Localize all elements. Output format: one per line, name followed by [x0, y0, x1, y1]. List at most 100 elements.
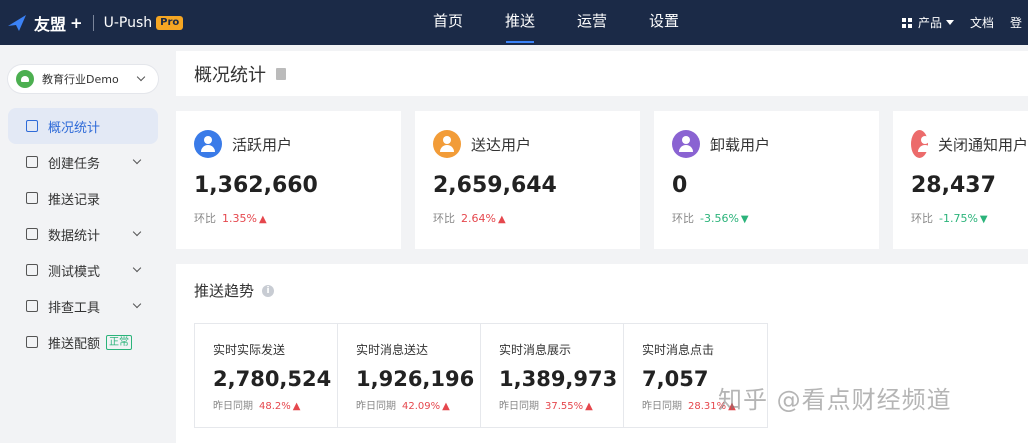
- page-title: 概况统计: [194, 64, 266, 86]
- compare-label: 昨日同期: [213, 401, 253, 412]
- list-icon: [26, 300, 38, 312]
- sidebar-item-test-mode[interactable]: 测试模式: [8, 252, 158, 288]
- stat-card-delivered-users: 送达用户 2,659,644 环比 2.64% ▲: [415, 111, 640, 249]
- sidebar-item-label: 推送记录: [48, 192, 101, 208]
- metric-compare: 昨日同期 37.55% ▲: [499, 397, 623, 412]
- stat-trend: 环比 2.64% ▲: [433, 210, 640, 226]
- docs-link[interactable]: 文档: [970, 14, 994, 31]
- top-navigation-bar: 友盟 + U-Push Pro 首页 推送 运营 设置 产品 文档 登: [0, 0, 1028, 45]
- trend-value: -1.75%: [939, 212, 978, 225]
- monitor-icon: [26, 264, 38, 276]
- sidebar-item-overview[interactable]: 概况统计: [8, 108, 158, 144]
- sidebar-item-label: 数据统计: [48, 228, 101, 244]
- main-nav: 首页 推送 运营 设置: [412, 0, 700, 45]
- nav-operations[interactable]: 运营: [556, 0, 628, 45]
- nav-push[interactable]: 推送: [484, 0, 556, 45]
- sidebar-item-label: 创建任务: [48, 156, 101, 172]
- sidebar-item-create-task[interactable]: 创建任务: [8, 144, 158, 180]
- arrow-up-icon: ▲: [497, 214, 506, 225]
- section-title-text: 推送趋势: [194, 282, 255, 300]
- compare-label: 昨日同期: [499, 401, 539, 412]
- app-name: 教育行业Demo: [42, 73, 119, 86]
- arrow-up-icon: ▲: [258, 214, 267, 225]
- metric-delivered[interactable]: 实时消息送达 1,926,196 昨日同期 42.09% ▲: [338, 324, 481, 427]
- chevron-down-icon: [136, 72, 146, 82]
- metric-label: 实时实际发送: [213, 343, 286, 357]
- chevron-down-icon: [132, 299, 142, 309]
- push-trend-panel: 推送趋势 i 实时实际发送 2,780,524 昨日同期 48.2% ▲ 实时消息送…: [176, 264, 1028, 443]
- notification-off-user-icon: [911, 130, 932, 158]
- chevron-down-icon: [132, 227, 142, 237]
- arrow-up-icon: ▲: [442, 401, 450, 412]
- sidebar-item-push-quota[interactable]: 推送配额 正常: [8, 324, 158, 360]
- stat-label: 卸载用户: [710, 135, 771, 154]
- umeng-logo-icon: [8, 14, 26, 31]
- sidebar-item-label: 概况统计: [48, 120, 101, 136]
- brand-plus: +: [70, 13, 83, 32]
- metric-value: 1,389,973: [499, 367, 618, 391]
- sidebar-item-push-records[interactable]: 推送记录: [8, 180, 158, 216]
- delivered-user-icon: [433, 130, 461, 158]
- watermark: 知乎 @看点财经频道: [718, 386, 952, 414]
- app-selector[interactable]: 教育行业Demo: [8, 65, 158, 93]
- stat-card-active-users: 活跃用户 1,362,660 环比 1.35% ▲: [176, 111, 401, 249]
- metric-actual-sent[interactable]: 实时实际发送 2,780,524 昨日同期 48.2% ▲: [195, 324, 338, 427]
- arrow-up-icon: ▲: [292, 401, 301, 412]
- sidebar-menu: 概况统计 创建任务 推送记录 数据统计 测试模式 排查工具 推送配额 正常: [8, 108, 158, 360]
- realtime-metrics: 实时实际发送 2,780,524 昨日同期 48.2% ▲ 实时消息送达 1,926…: [194, 323, 768, 428]
- bar-chart-icon: [26, 120, 38, 132]
- android-icon: [16, 70, 34, 88]
- metric-label: 实时消息送达: [356, 343, 429, 357]
- task-icon: [26, 156, 38, 168]
- arrow-up-icon: ▲: [585, 401, 593, 412]
- stat-value: 0: [672, 173, 688, 198]
- chevron-down-icon: [946, 20, 955, 25]
- compare-label: 昨日同期: [356, 401, 396, 412]
- bookmark-icon[interactable]: [276, 67, 286, 80]
- trend-value: 1.35%: [222, 212, 257, 225]
- products-grid-icon: [902, 17, 912, 28]
- stat-trend: 环比 1.35% ▲: [194, 210, 401, 226]
- compare-label: 昨日同期: [642, 401, 682, 412]
- arrow-down-icon: ▼: [740, 214, 749, 225]
- nav-home[interactable]: 首页: [412, 0, 484, 45]
- uninstalled-user-icon: [672, 130, 700, 158]
- sidebar-item-label: 推送配额: [48, 336, 101, 352]
- stat-value: 1,362,660: [194, 173, 318, 198]
- compare-value: 37.55%: [545, 401, 584, 412]
- products-menu[interactable]: 产品: [918, 14, 942, 31]
- login-link[interactable]: 登: [1010, 14, 1022, 31]
- section-title: 推送趋势 i: [194, 280, 275, 301]
- logo[interactable]: 友盟 + U-Push Pro: [6, 0, 184, 45]
- compare-value: 42.09%: [402, 401, 441, 412]
- record-icon: [26, 192, 38, 204]
- product-name: U-Push: [103, 14, 153, 31]
- trend-value: -3.56%: [700, 212, 739, 225]
- top-right-actions: 产品 文档 登: [902, 0, 1022, 45]
- sidebar-item-troubleshoot[interactable]: 排查工具: [8, 288, 158, 324]
- stat-card-notification-off-users: 关闭通知用户 28,437 环比 -1.75% ▼: [893, 111, 1028, 249]
- line-chart-icon: [26, 228, 38, 240]
- metric-compare: 昨日同期 48.2% ▲: [213, 397, 337, 412]
- sidebar-item-data-stats[interactable]: 数据统计: [8, 216, 158, 252]
- trend-label: 环比: [911, 212, 933, 225]
- trend-label: 环比: [194, 212, 216, 225]
- compare-value: 48.2%: [259, 401, 291, 412]
- trend-label: 环比: [672, 212, 694, 225]
- brand-name: 友盟: [34, 14, 67, 34]
- sidebar-item-label: 测试模式: [48, 264, 101, 280]
- info-icon[interactable]: i: [262, 284, 275, 297]
- metric-displayed[interactable]: 实时消息展示 1,389,973 昨日同期 37.55% ▲: [481, 324, 624, 427]
- metric-label: 实时消息展示: [499, 343, 572, 357]
- chevron-down-icon: [132, 155, 142, 165]
- stat-value: 28,437: [911, 173, 996, 198]
- metric-compare: 昨日同期 42.09% ▲: [356, 397, 480, 412]
- metric-value: 2,780,524: [213, 367, 332, 391]
- nav-settings[interactable]: 设置: [628, 0, 700, 45]
- trend-label: 环比: [433, 212, 455, 225]
- metric-label: 实时消息点击: [642, 343, 715, 357]
- arrow-down-icon: ▼: [979, 214, 988, 225]
- sidebar: 教育行业Demo 概况统计 创建任务 推送记录 数据统计 测试模式 排查工具 推…: [0, 45, 170, 443]
- status-badge: 正常: [106, 334, 133, 350]
- stat-label: 送达用户: [471, 135, 532, 154]
